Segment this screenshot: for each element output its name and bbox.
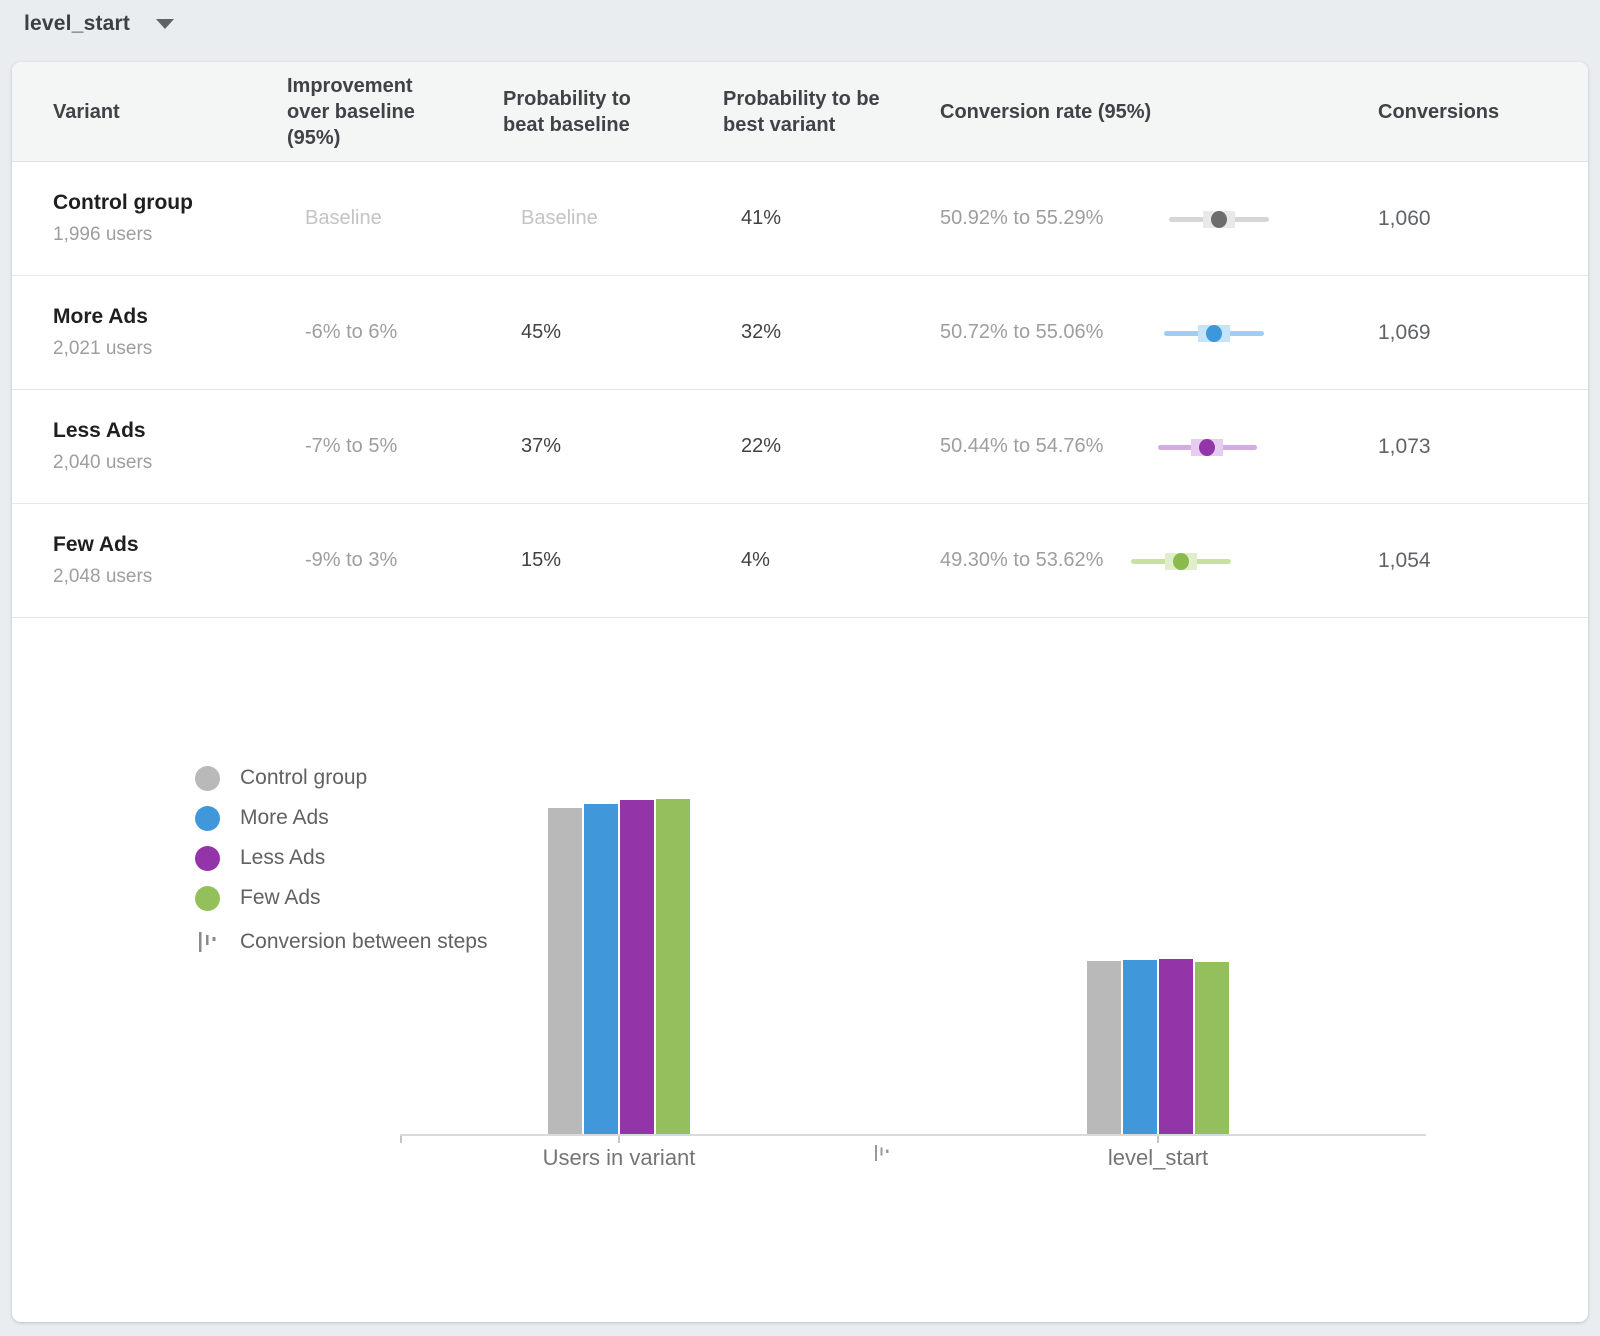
- legend-item: More Ads: [195, 798, 487, 838]
- prob-beat-value: 45%: [503, 321, 723, 344]
- ci-dot: [1211, 211, 1227, 228]
- funnel-chart: Control group More Ads Less Ads Few Ads: [12, 618, 1588, 1322]
- conversion-rate-text: 50.92% to 55.29%: [940, 207, 1080, 230]
- header-cell-conv-rate: Conversion rate (95%): [940, 99, 1378, 125]
- conversion-rate-text: 50.44% to 54.76%: [940, 435, 1080, 458]
- confidence-interval: [1120, 434, 1290, 460]
- variant-name: More Ads: [53, 305, 287, 329]
- legend-item: Conversion between steps: [195, 922, 487, 962]
- legend-item: Control group: [195, 758, 487, 798]
- results-card: Variant Improvement over baseline (95%) …: [12, 62, 1588, 1322]
- metric-selector[interactable]: level_start: [24, 12, 174, 36]
- bar: [584, 804, 618, 1135]
- prob-best-value: 22%: [723, 435, 940, 458]
- variant-name: Less Ads: [53, 419, 287, 443]
- conversions-value: 1,054: [1378, 549, 1558, 573]
- conversion-rate-cell: 50.44% to 54.76%: [940, 434, 1378, 460]
- variant-cell: Control group 1,996 users: [53, 191, 287, 246]
- header-cell-variant: Variant: [53, 99, 287, 125]
- variant-users: 2,021 users: [53, 338, 287, 360]
- conversions-value: 1,069: [1378, 321, 1558, 345]
- axis-tick: [1157, 1136, 1159, 1143]
- prob-best-value: 4%: [723, 549, 940, 572]
- variant-name: Control group: [53, 191, 287, 215]
- confidence-interval: [1120, 548, 1290, 574]
- chart-legend: Control group More Ads Less Ads Few Ads: [195, 758, 487, 962]
- variant-users: 1,996 users: [53, 224, 287, 246]
- category-label: Users in variant: [543, 1145, 696, 1171]
- legend-swatch-more-ads: [195, 806, 220, 831]
- category-label: level_start: [1108, 1145, 1208, 1171]
- ci-dot: [1199, 439, 1215, 456]
- table-row: Less Ads 2,040 users -7% to 5% 37% 22% 5…: [12, 390, 1588, 504]
- bar: [1123, 960, 1157, 1135]
- conversion-marker-icon: [875, 1144, 889, 1167]
- variant-users: 2,048 users: [53, 566, 287, 588]
- variant-cell: Less Ads 2,040 users: [53, 419, 287, 474]
- legend-label: Few Ads: [240, 886, 321, 910]
- legend-label: Less Ads: [240, 846, 325, 870]
- conversion-rate-text: 49.30% to 53.62%: [940, 549, 1080, 572]
- legend-label: Control group: [240, 766, 367, 790]
- bar-group-level-start: [1087, 959, 1229, 1135]
- bar: [1159, 959, 1193, 1135]
- conversion-rate-cell: 49.30% to 53.62%: [940, 548, 1378, 574]
- conversions-value: 1,060: [1378, 207, 1558, 231]
- improvement-value: -9% to 3%: [287, 549, 503, 572]
- bar: [656, 799, 690, 1135]
- axis-tick: [618, 1136, 620, 1143]
- conversion-steps-icon: [195, 931, 220, 953]
- prob-best-value: 32%: [723, 321, 940, 344]
- legend-item: Few Ads: [195, 878, 487, 918]
- prob-beat-value: 15%: [503, 549, 723, 572]
- confidence-interval: [1120, 206, 1290, 232]
- confidence-interval: [1120, 320, 1290, 346]
- table-row: More Ads 2,021 users -6% to 6% 45% 32% 5…: [12, 276, 1588, 390]
- conversion-rate-cell: 50.72% to 55.06%: [940, 320, 1378, 346]
- table-row: Few Ads 2,048 users -9% to 3% 15% 4% 49.…: [12, 504, 1588, 618]
- variant-name: Few Ads: [53, 533, 287, 557]
- ci-dot: [1206, 325, 1222, 342]
- prob-beat-value: Baseline: [503, 207, 723, 230]
- metric-selector-label: level_start: [24, 12, 130, 36]
- improvement-value: -7% to 5%: [287, 435, 503, 458]
- prob-beat-value: 37%: [503, 435, 723, 458]
- legend-item: Less Ads: [195, 838, 487, 878]
- conversions-value: 1,073: [1378, 435, 1558, 459]
- legend-label: More Ads: [240, 806, 329, 830]
- conversion-rate-cell: 50.92% to 55.29%: [940, 206, 1378, 232]
- legend-label: Conversion between steps: [240, 930, 487, 954]
- table-row: Control group 1,996 users Baseline Basel…: [12, 162, 1588, 276]
- variant-users: 2,040 users: [53, 452, 287, 474]
- legend-swatch-less-ads: [195, 846, 220, 871]
- header-cell-prob-best: Probability to be best variant: [723, 86, 940, 138]
- bar: [620, 800, 654, 1135]
- chevron-down-icon: [156, 19, 174, 29]
- bar: [1195, 962, 1229, 1135]
- variant-cell: Few Ads 2,048 users: [53, 533, 287, 588]
- table-header: Variant Improvement over baseline (95%) …: [12, 62, 1588, 162]
- ci-dot: [1173, 553, 1189, 570]
- improvement-value: Baseline: [287, 207, 503, 230]
- header-cell-improvement: Improvement over baseline (95%): [287, 73, 503, 151]
- bar: [548, 808, 582, 1135]
- header-cell-conversions: Conversions: [1378, 99, 1558, 125]
- legend-swatch-few-ads: [195, 886, 220, 911]
- axis-tick: [400, 1136, 402, 1143]
- improvement-value: -6% to 6%: [287, 321, 503, 344]
- bar: [1087, 961, 1121, 1135]
- conversion-rate-text: 50.72% to 55.06%: [940, 321, 1080, 344]
- header-cell-prob-beat: Probability to beat baseline: [503, 86, 723, 138]
- x-axis: [400, 1134, 1426, 1136]
- bar-group-users-in-variant: [548, 799, 690, 1135]
- prob-best-value: 41%: [723, 207, 940, 230]
- variant-cell: More Ads 2,021 users: [53, 305, 287, 360]
- legend-swatch-control: [195, 766, 220, 791]
